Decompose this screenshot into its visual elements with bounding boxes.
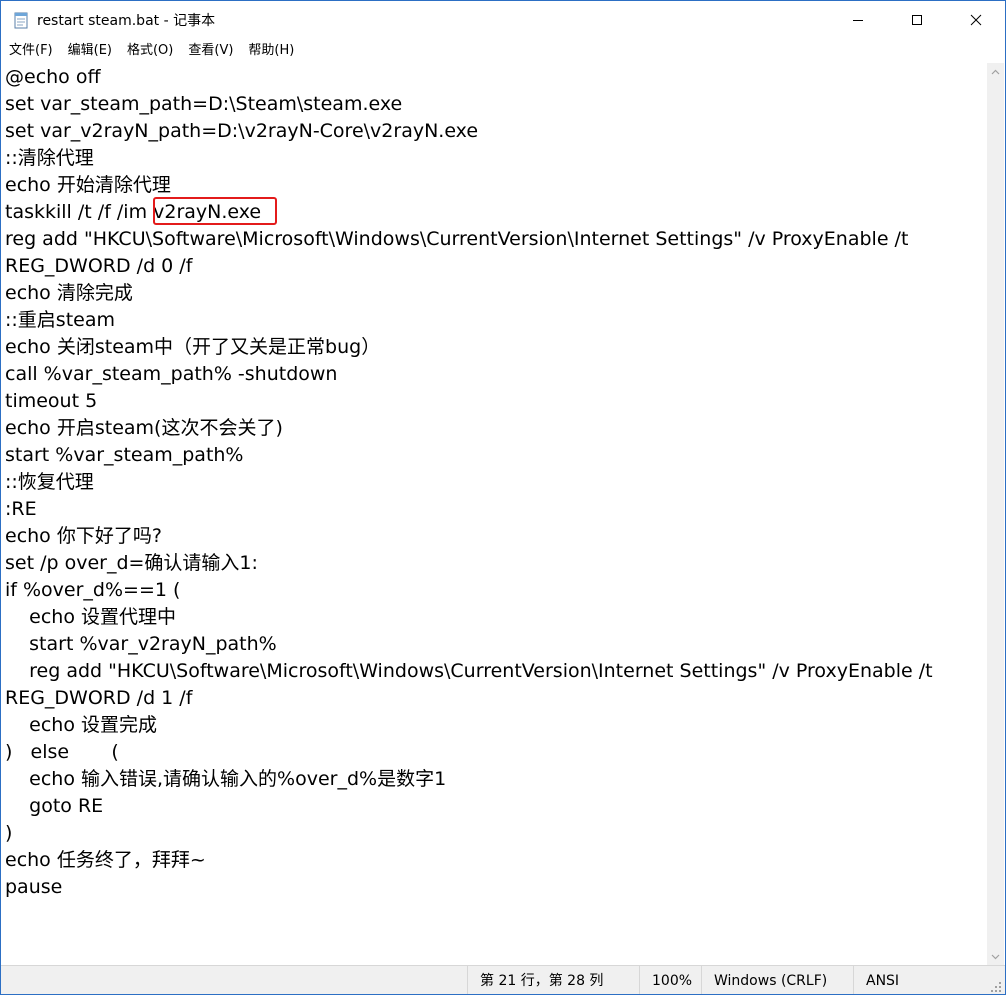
status-cursor-position: 第 21 行，第 28 列 [467,966,639,994]
editor-line: ::重启steam [5,309,115,331]
status-bar: 第 21 行，第 28 列 100% Windows (CRLF) ANSI [1,965,1005,994]
scroll-up-button[interactable] [987,63,1004,80]
editor-line: echo 开启steam(这次不会关了) [5,417,283,439]
editor-line: set var_steam_path=D:\Steam\steam.exe [5,93,403,115]
editor-line: if %over_d%==1 ( [5,579,181,601]
maximize-icon [911,14,922,25]
editor-line: echo 清除完成 [5,282,133,304]
editor-line: pause [5,876,63,898]
maximize-button[interactable] [887,1,946,38]
status-line-ending: Windows (CRLF) [701,966,853,994]
close-button[interactable] [946,1,1005,38]
editor-line: call %var_steam_path% -shutdown [5,363,338,385]
editor-line: echo 任务终了，拜拜~ [5,849,206,871]
editor-line: ::恢复代理 [5,471,94,493]
editor-line: reg add "HKCU\Software\Microsoft\Windows… [5,228,909,250]
editor-line: set /p over_d=确认请输入1: [5,552,258,574]
editor-line: echo 你下好了吗? [5,525,162,547]
resize-grip-icon[interactable] [990,981,1002,993]
editor-line: timeout 5 [5,390,98,412]
editor-line: echo 设置完成 [5,714,158,736]
editor-line: REG_DWORD /d 1 /f [5,687,193,709]
menu-file[interactable]: 文件(F) [1,38,60,63]
editor-line: ) [5,822,13,844]
status-zoom: 100% [639,966,701,994]
editor-line: ) else ( [5,741,119,763]
menu-help[interactable]: 帮助(H) [240,38,301,63]
chevron-down-icon [991,954,1000,959]
editor-line: echo 输入错误,请确认输入的%over_d%是数字1 [5,768,447,790]
menu-bar: 文件(F) 编辑(E) 格式(O) 查看(V) 帮助(H) [1,38,1005,63]
menu-edit[interactable]: 编辑(E) [60,38,119,63]
notepad-icon [14,12,28,28]
editor-line: :RE [5,498,37,520]
vertical-scrollbar[interactable] [987,63,1004,965]
editor-line: @echo off [5,66,101,88]
minimize-button[interactable] [828,1,887,38]
chevron-up-icon [991,69,1000,74]
text-editor[interactable]: @echo off set var_steam_path=D:\Steam\st… [1,63,986,965]
title-bar[interactable]: restart steam.bat - 记事本 [1,1,1005,38]
editor-line: echo 开始清除代理 [5,174,171,196]
editor-line: echo 设置代理中 [5,606,177,628]
status-encoding: ANSI [853,966,988,994]
editor-line: set var_v2rayN_path=D:\v2rayN-Core\v2ray… [5,120,479,142]
notepad-window: restart steam.bat - 记事本 文件(F) 编辑(E) 格式(O… [0,0,1006,995]
editor-line: start %var_v2rayN_path% [5,633,277,655]
editor-line: REG_DWORD /d 0 /f [5,255,193,277]
editor-line: echo 关闭steam中（开了又关是正常bug） [5,336,381,358]
scroll-thumb[interactable] [989,80,1002,946]
minimize-icon [852,19,863,21]
editor-line: reg add "HKCU\Software\Microsoft\Windows… [5,660,933,682]
window-title: restart steam.bat - 记事本 [37,12,216,29]
close-icon [970,14,981,25]
scroll-down-button[interactable] [987,948,1004,965]
editor-line: start %var_steam_path% [5,444,244,466]
menu-format[interactable]: 格式(O) [119,38,180,63]
editor-line: goto RE [5,795,104,817]
menu-view[interactable]: 查看(V) [180,38,240,63]
window-controls [828,1,1005,38]
editor-line: ::清除代理 [5,147,94,169]
highlight-annotation [153,197,277,225]
